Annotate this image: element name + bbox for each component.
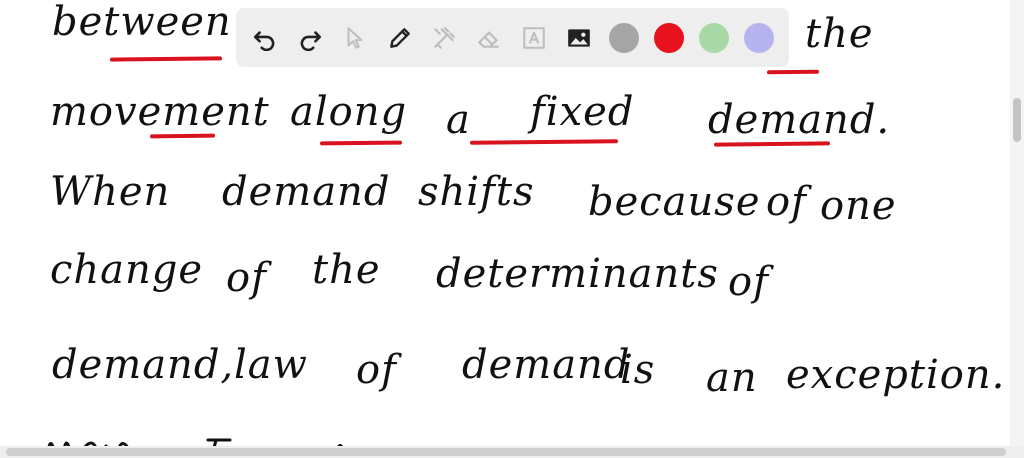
red-underline [469,139,619,145]
drawing-toolbar [236,8,789,67]
note-word: one [820,183,897,229]
note-word: demand [462,342,631,388]
note-word: movement [50,89,270,135]
note-word: of [728,259,769,305]
note-word: When [50,169,171,215]
note-word: change [50,247,204,293]
note-word: demand. [708,97,891,143]
red-underline [149,133,216,139]
image-icon[interactable] [562,21,596,55]
note-word: the [312,247,381,293]
vertical-scrollbar[interactable] [1010,0,1024,458]
note-word: along [290,89,408,135]
note-word: demand [222,169,391,215]
eraser-icon[interactable] [472,21,506,55]
tools-icon[interactable] [428,21,462,55]
red-underline [766,69,820,75]
note-word: is [620,347,656,393]
pen-icon[interactable] [383,21,417,55]
red-underline [713,141,831,147]
note-word: of [226,255,267,301]
note-word: an [706,355,758,401]
color-palette [609,22,789,53]
vertical-scrollbar-thumb[interactable] [1013,98,1021,142]
note-word: a [446,97,471,143]
note-word: law [234,342,308,388]
note-word: because [588,179,761,225]
color-swatch-1[interactable] [609,22,639,53]
horizontal-scrollbar[interactable] [0,446,1024,458]
note-word: shifts [418,169,535,215]
pointer-icon[interactable] [338,21,372,55]
undo-icon[interactable] [248,21,282,55]
note-word: of [356,347,397,393]
color-swatch-2[interactable] [654,22,684,53]
note-word: demand, [52,342,235,388]
color-swatch-4[interactable] [744,22,774,53]
text-icon[interactable] [517,21,551,55]
note-word: determinants [436,251,719,297]
red-underline [109,56,223,62]
whiteboard-canvas[interactable]: between the movement along a fixed deman… [0,0,1024,458]
note-word: of [766,179,807,225]
note-word: the [805,11,874,57]
color-swatch-3[interactable] [699,22,729,53]
note-word: exception. [786,352,1006,398]
redo-icon[interactable] [293,21,327,55]
note-word: between [52,0,232,45]
note-word: fixed [530,89,635,135]
horizontal-scrollbar-thumb[interactable] [6,448,1006,456]
red-underline [319,140,403,146]
